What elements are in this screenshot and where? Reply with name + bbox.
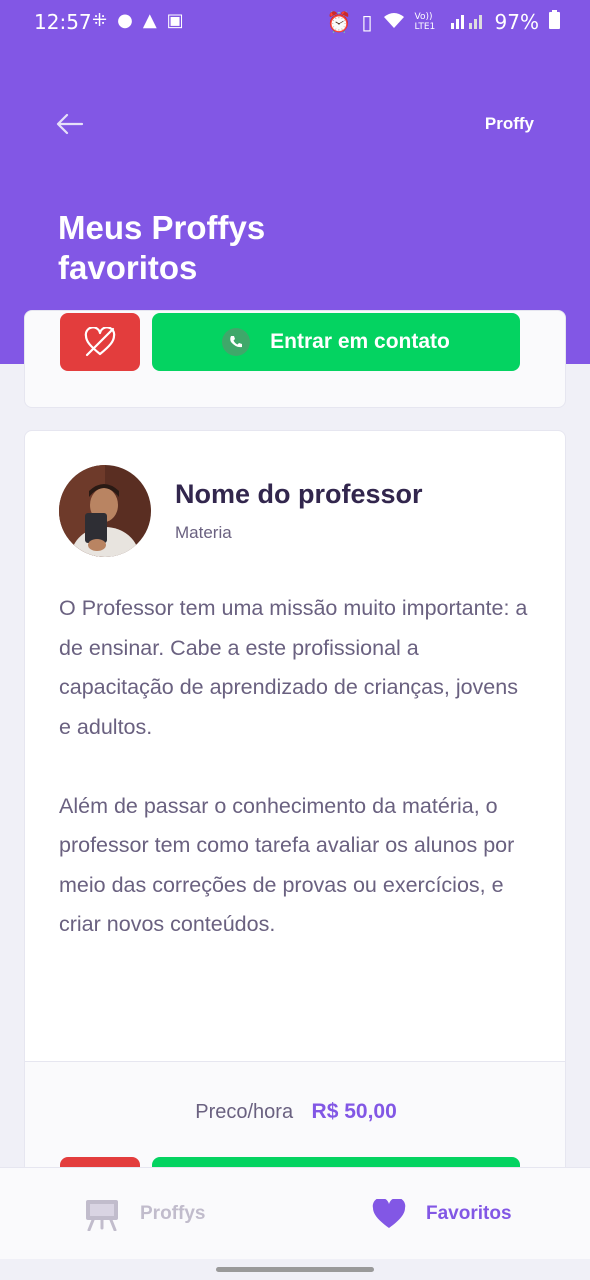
bio-paragraph: O Professor tem uma missão muito importa… <box>59 596 528 739</box>
tab-favoritos-label: Favoritos <box>426 1203 512 1224</box>
signal-icon <box>450 10 485 34</box>
tab-proffys-label: Proffys <box>140 1203 206 1224</box>
home-indicator[interactable] <box>216 1267 374 1272</box>
contact-button[interactable]: Entrar em contato <box>152 313 520 371</box>
teacher-name: Nome do professor <box>175 479 423 509</box>
unfavorite-button[interactable] <box>60 313 140 371</box>
price-value: R$ 50,00 <box>311 1100 397 1123</box>
battery-icon <box>549 10 560 34</box>
image-icon: ▣ <box>166 10 184 31</box>
back-button[interactable] <box>54 108 86 140</box>
teacher-card: Nome do professor Materia O Professor te… <box>24 430 566 1190</box>
account-icon: ● <box>117 10 133 31</box>
status-time: 12:57 <box>34 10 92 34</box>
avatar <box>59 465 151 557</box>
brand-logo: Proffy <box>484 114 534 133</box>
tab-favoritos[interactable]: Favoritos <box>372 1168 512 1260</box>
arrow-left-icon <box>56 113 84 135</box>
bottom-tab-bar: Proffys Favoritos <box>0 1167 590 1259</box>
price-label: Preco/hora <box>195 1101 294 1123</box>
status-bar: 12:57 ⁜ ● ▲ ▣ ⏰ ▯ Vo)) LTE1 97% <box>0 0 590 44</box>
notification-icons: ⁜ ● ▲ ▣ <box>92 10 184 31</box>
grid-icon: ⁜ <box>92 10 108 31</box>
teacher-subject: Materia <box>175 523 232 542</box>
page-title: Meus Proffys favoritos <box>58 209 266 286</box>
easel-icon <box>86 1200 118 1231</box>
price-row: Preco/hora R$ 50,00 <box>25 1100 565 1124</box>
whatsapp-icon <box>222 328 251 356</box>
tab-proffys[interactable]: Proffys <box>84 1168 205 1260</box>
system-navigation <box>0 1259 590 1280</box>
contact-button-label: Entrar em contato <box>270 330 450 353</box>
vibrate-icon: ▯ <box>361 10 373 34</box>
heart-outline-icon <box>84 327 116 357</box>
battery-text: 97% <box>494 10 539 34</box>
wifi-icon <box>383 10 405 34</box>
alarm-icon: ⏰ <box>326 10 352 34</box>
arrow-up-icon: ▲ <box>142 10 157 31</box>
teacher-card-partial: Entrar em contato <box>24 310 566 408</box>
system-icons: ⏰ ▯ Vo)) LTE1 97% <box>327 10 560 34</box>
bio-paragraph: Além de passar o conhecimento da matéria… <box>59 793 515 937</box>
heart-icon <box>372 1199 406 1228</box>
teacher-bio: O Professor tem uma missão muito importa… <box>59 589 529 945</box>
lte-label: Vo)) LTE1 <box>414 12 436 32</box>
